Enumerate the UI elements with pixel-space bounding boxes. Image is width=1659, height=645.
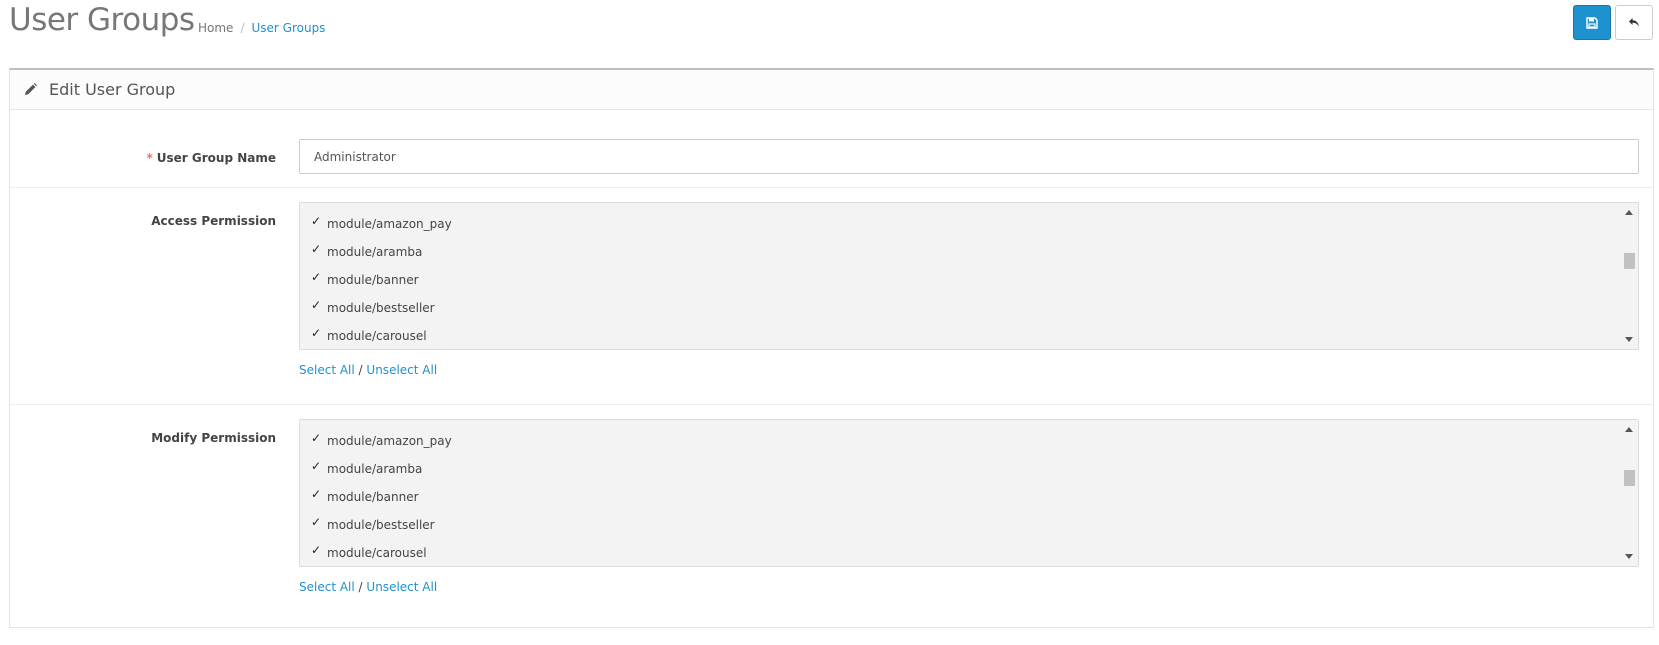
list-item: ✓ module/bestseller (310, 511, 452, 539)
permission-label: module/amazon_pay (327, 434, 452, 448)
checkbox[interactable]: ✓ (310, 432, 322, 444)
form-row-modify-permission: Modify Permission ✓ module/amazon_pay ✓ mo… (10, 405, 1653, 645)
breadcrumb: Home / User Groups (198, 21, 325, 35)
breadcrumb-user-groups-link[interactable]: User Groups (251, 21, 325, 35)
list-item: ✓ module/amazon_pay (310, 210, 452, 238)
scroll-up-arrow-icon[interactable] (1625, 210, 1633, 215)
back-button[interactable] (1615, 5, 1653, 40)
checkbox[interactable]: ✓ (310, 460, 322, 472)
required-marker: * (146, 151, 153, 165)
list-item: ✓ module/carousel (310, 539, 452, 566)
checkbox[interactable]: ✓ (310, 327, 322, 339)
permission-label: module/bestseller (327, 518, 435, 532)
scroll-thumb[interactable] (1624, 470, 1635, 486)
breadcrumb-home-link[interactable]: Home (198, 21, 233, 35)
user-group-name-input[interactable] (299, 139, 1639, 174)
scroll-thumb[interactable] (1624, 253, 1635, 269)
access-unselect-all-link[interactable]: Unselect All (366, 363, 437, 377)
scrollbar[interactable] (1621, 203, 1638, 349)
select-links-divider: / (358, 580, 363, 594)
list-item: ✓ module/carousel (310, 322, 452, 349)
panel-heading: Edit User Group (10, 70, 1653, 110)
permission-label: module/amazon_pay (327, 217, 452, 231)
modify-unselect-all-link[interactable]: Unselect All (366, 580, 437, 594)
list-item: ✓ module/aramba (310, 455, 452, 483)
list-item: ✓ module/banner (310, 266, 452, 294)
edit-user-group-panel: Edit User Group *User Group Name Access … (9, 68, 1654, 628)
breadcrumb-separator: / (240, 21, 245, 35)
user-group-name-label: * User Group Name (146, 151, 276, 165)
permission-label: module/bestseller (327, 301, 435, 315)
checkbox[interactable]: ✓ (310, 243, 322, 255)
scroll-down-arrow-icon[interactable] (1625, 337, 1633, 342)
modify-select-links: Select All / Unselect All (299, 580, 437, 594)
reply-arrow-icon (1629, 18, 1639, 27)
checkbox[interactable]: ✓ (310, 516, 322, 528)
floppy-disk-icon (1586, 16, 1598, 29)
access-permission-label: Access Permission (151, 214, 276, 228)
access-select-links: Select All / Unselect All (299, 363, 437, 377)
permission-label: module/aramba (327, 462, 423, 476)
modify-select-all-link[interactable]: Select All (299, 580, 355, 594)
permission-label: module/carousel (327, 329, 427, 343)
access-permission-list[interactable]: ✓ module/amazon_pay ✓ module/aramba ✓ modul… (299, 202, 1639, 350)
permission-label: module/banner (327, 490, 419, 504)
checkbox[interactable]: ✓ (310, 544, 322, 556)
permission-label: module/carousel (327, 546, 427, 560)
pencil-icon (25, 83, 37, 95)
modify-permission-list[interactable]: ✓ module/amazon_pay ✓ module/aramba ✓ modul… (299, 419, 1639, 567)
scrollbar[interactable] (1621, 420, 1638, 566)
scroll-up-arrow-icon[interactable] (1625, 427, 1633, 432)
modify-permission-label: Modify Permission (151, 431, 276, 445)
list-item: ✓ module/amazon_pay (310, 427, 452, 455)
page-title: User Groups (9, 2, 195, 38)
access-select-all-link[interactable]: Select All (299, 363, 355, 377)
permission-label: module/aramba (327, 245, 423, 259)
select-links-divider: / (358, 363, 363, 377)
list-item: ✓ module/bestseller (310, 294, 452, 322)
permission-label: module/banner (327, 273, 419, 287)
list-item: ✓ module/banner (310, 483, 452, 511)
checkbox[interactable]: ✓ (310, 488, 322, 500)
panel-title: Edit User Group (49, 80, 176, 99)
form-row-access-permission: Access Permission ✓ module/amazon_pay ✓ mo… (10, 188, 1653, 405)
checkbox[interactable]: ✓ (310, 299, 322, 311)
checkbox[interactable]: ✓ (310, 271, 322, 283)
checkbox[interactable]: ✓ (310, 215, 322, 227)
scroll-down-arrow-icon[interactable] (1625, 554, 1633, 559)
list-item: ✓ module/aramba (310, 238, 452, 266)
save-button[interactable] (1573, 5, 1611, 40)
form-row-user-group-name: * User Group Name (10, 111, 1653, 188)
